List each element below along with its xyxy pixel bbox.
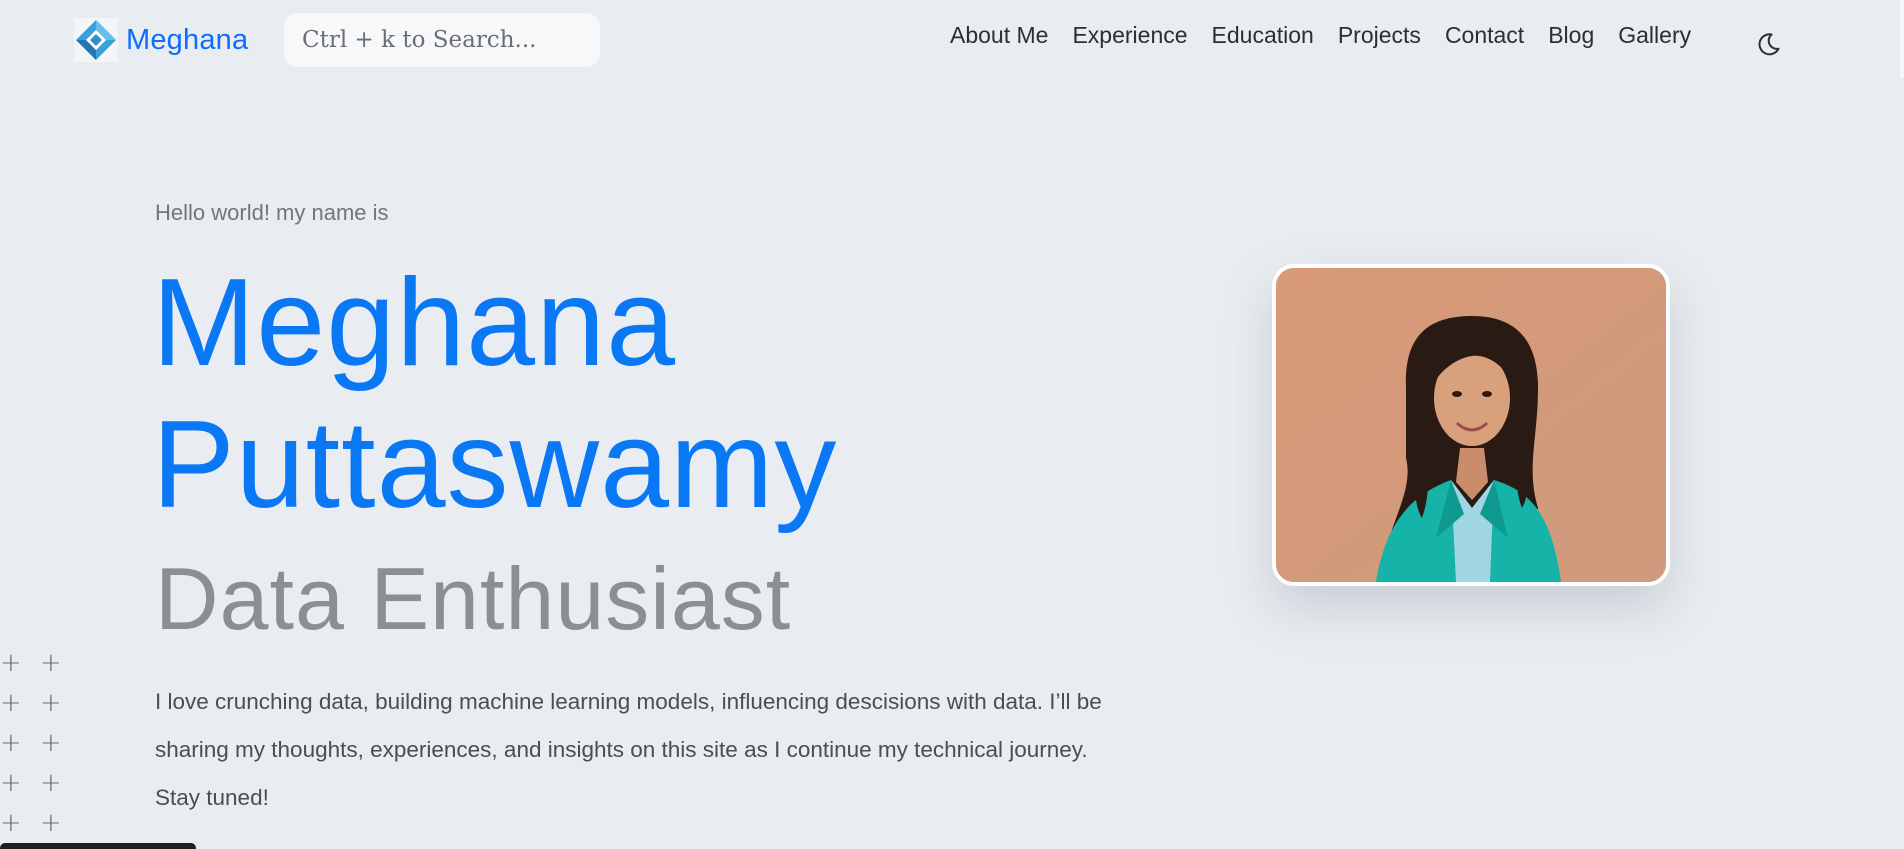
plus-icon: +: [40, 808, 62, 838]
plus-pattern: + + + + + + + + + +: [0, 648, 70, 838]
hero-greeting: Hello world! my name is: [155, 200, 389, 225]
plus-icon: +: [0, 808, 22, 838]
plus-icon: +: [40, 768, 62, 798]
hero-first-name: Meghana: [152, 254, 677, 392]
hero-name: Meghana Puttaswamy: [152, 252, 837, 536]
search-input[interactable]: [284, 13, 600, 67]
hero-bio: I love crunching data, building machine …: [155, 689, 1102, 810]
brand-name: Meghana: [126, 23, 249, 56]
plus-icon: +: [40, 728, 62, 758]
nav-item-projects[interactable]: Projects: [1338, 22, 1421, 49]
plus-icon: +: [40, 648, 62, 678]
main-nav: About Me Experience Education Projects C…: [950, 22, 1691, 49]
plus-icon: +: [0, 688, 22, 718]
hero-role: Data Enthusiast: [155, 549, 792, 648]
brand-logo-link[interactable]: Meghana: [74, 18, 248, 62]
plus-icon: +: [40, 688, 62, 718]
hero-last-name: Puttaswamy: [152, 396, 838, 534]
page: Meghana About Me Experience Education Pr…: [0, 0, 1904, 849]
nav-item-education[interactable]: Education: [1212, 22, 1314, 49]
nav-item-blog[interactable]: Blog: [1548, 22, 1594, 49]
plus-icon: +: [0, 648, 22, 678]
moon-icon[interactable]: [1754, 30, 1782, 58]
nav-item-about-me[interactable]: About Me: [950, 22, 1048, 49]
nav-item-experience[interactable]: Experience: [1072, 22, 1187, 49]
nav-item-contact[interactable]: Contact: [1445, 22, 1524, 49]
nav-item-gallery[interactable]: Gallery: [1618, 22, 1691, 49]
scrollbar-hint: [1900, 0, 1904, 78]
plus-icon: +: [0, 768, 22, 798]
profile-photo: [1272, 264, 1670, 586]
bottom-scroll-indicator: [0, 843, 196, 849]
plus-icon: +: [0, 728, 22, 758]
logo-icon: [74, 18, 118, 62]
